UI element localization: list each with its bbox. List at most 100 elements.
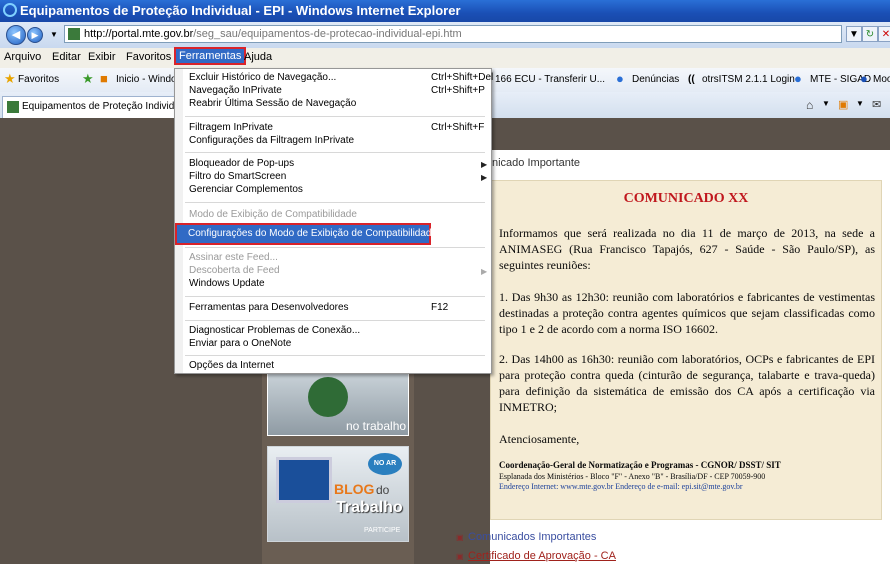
menu-item-diagnosticar[interactable]: Diagnosticar Problemas de Conexão...	[189, 325, 360, 336]
menu-separator	[185, 320, 485, 321]
feeds-dropdown-icon[interactable]: ▼	[856, 99, 864, 108]
trabalho-word: Trabalho	[336, 499, 403, 516]
promo-no-trabalho[interactable]: no trabalho	[267, 372, 409, 436]
fav-item-denuncias[interactable]: Denúncias	[632, 74, 679, 85]
menu-bar: Arquivo Editar Exibir Favoritos Ferramen…	[0, 47, 890, 69]
paragraph-1: Informamos que será realizada no dia 11 …	[499, 226, 875, 272]
menu-separator	[185, 152, 485, 153]
menu-ferramentas[interactable]: Ferramentas	[173, 47, 247, 65]
address-input[interactable]: http://portal.mte.gov.br/seg_sau/equipam…	[64, 25, 842, 43]
fav-inicio[interactable]: Inicio - Windo	[116, 74, 177, 85]
shortcut-filtragem-inprivate: Ctrl+Shift+F	[431, 122, 485, 133]
ie-page-icon: ●	[616, 71, 624, 86]
favorites-button[interactable]: Favoritos	[18, 74, 59, 85]
window-title-bar: Equipamentos de Proteção Individual - EP…	[0, 0, 890, 22]
closing: Atenciosamente,	[499, 432, 580, 446]
bullet-icon-2: ▣	[456, 552, 464, 561]
menu-item-complementos[interactable]: Gerenciar Complementos	[189, 184, 303, 195]
menu-separator	[185, 247, 485, 248]
menu-ajuda[interactable]: Ajuda	[244, 51, 272, 63]
moodle-icon: ●	[860, 71, 868, 86]
menu-separator	[185, 296, 485, 297]
comunicado-box: COMUNICADO XX Informamos que será realiz…	[490, 180, 882, 520]
fav-item-ecu[interactable]: 166 ECU - Transferir U...	[495, 74, 605, 85]
site-favicon-icon	[68, 28, 80, 40]
home-dropdown-icon[interactable]: ▼	[822, 99, 830, 108]
no-ar-badge: NO AR	[368, 453, 402, 475]
back-button[interactable]: ◀	[6, 25, 26, 45]
menu-item-onenote[interactable]: Enviar para o OneNote	[189, 338, 291, 349]
menu-item-assinar-feed: Assinar este Feed...	[189, 252, 278, 263]
fav-item-otrs[interactable]: otrsITSM 2.1.1 Login	[702, 74, 795, 85]
menu-item-filtragem-inprivate[interactable]: Filtragem InPrivate	[189, 122, 273, 133]
tab-favicon-icon	[7, 101, 19, 113]
favorites-star-icon[interactable]: ★	[4, 72, 16, 85]
menu-item-excluir-historico[interactable]: Excluir Histórico de Navegação...	[189, 72, 336, 83]
home-icon[interactable]: ⌂	[806, 98, 813, 112]
comunicado-title: COMUNICADO XX	[623, 191, 749, 206]
inicio-icon: ■	[100, 71, 108, 86]
address-path: /seg_sau/equipamentos-de-protecao-indivi…	[193, 28, 462, 40]
ferramentas-menu: Excluir Histórico de Navegação... Ctrl+S…	[174, 68, 494, 374]
do-word: do	[376, 483, 390, 497]
shortcut-excluir-historico: Ctrl+Shift+Del	[431, 72, 494, 83]
bullet-icon: ▣	[456, 533, 464, 542]
menu-separator	[185, 355, 485, 356]
menu-item-descoberta-feed: Descoberta de Feed	[189, 265, 280, 276]
ie-logo-icon	[3, 3, 17, 17]
link-certificado-ca[interactable]: Certificado de Aprovação - CA	[468, 550, 616, 562]
menu-item-config-compatibilidade[interactable]: Configurações do Modo de Exibição de Com…	[175, 223, 437, 245]
menu-separator	[185, 116, 485, 117]
refresh-icon[interactable]: ↻	[862, 26, 878, 42]
signature-address: Esplanada dos Ministérios - Bloco "F" - …	[499, 472, 766, 481]
submenu-arrow-icon: ▶	[481, 267, 488, 276]
address-bar-row: ◀ ▶ ▼ http://portal.mte.gov.br/seg_sau/e…	[0, 22, 890, 49]
config-compatibilidade-label: Configurações do Modo de Exibição de Com…	[188, 228, 438, 239]
add-favorite-icon[interactable]: ★	[82, 72, 94, 85]
menu-item-modo-compatibilidade: Modo de Exibição de Compatibilidade	[189, 209, 357, 220]
address-host: http://portal.mte.gov.br	[84, 28, 194, 40]
shortcut-inprivate: Ctrl+Shift+P	[431, 85, 485, 96]
menu-item-opcoes-internet[interactable]: Opções da Internet	[189, 360, 274, 371]
otrs-icon: ((	[688, 74, 695, 85]
fav-item-moodle[interactable]: Moodle	[873, 74, 890, 85]
menu-separator	[185, 202, 485, 203]
ie-page-icon-2: ●	[794, 71, 802, 86]
signature-title: Coordenação-Geral de Normatização e Prog…	[499, 460, 781, 470]
submenu-arrow-icon: ▶	[481, 160, 488, 169]
promo1-caption: no trabalho	[346, 419, 407, 433]
participe-label: PARTICIPE	[364, 527, 401, 534]
signature-contacts: Endereço Internet: www.mte.gov.br Endere…	[499, 482, 743, 491]
menu-item-ferramentas-dev[interactable]: Ferramentas para Desenvolvedores	[189, 302, 349, 313]
history-dropdown-icon[interactable]: ▼	[50, 30, 58, 39]
menu-arquivo[interactable]: Arquivo	[4, 51, 41, 63]
menu-editar[interactable]: Editar	[52, 51, 81, 63]
menu-item-bloqueador-popups[interactable]: Bloqueador de Pop-ups	[189, 158, 294, 169]
shortcut-ferramentas-dev: F12	[431, 302, 449, 313]
address-dropdown-icon[interactable]: ▼	[846, 26, 862, 42]
blog-word: BLOG	[334, 481, 375, 497]
menu-item-inprivate[interactable]: Navegação InPrivate	[189, 85, 282, 96]
window-title: Equipamentos de Proteção Individual - EP…	[20, 3, 461, 18]
stop-icon[interactable]: ✕	[878, 26, 890, 42]
mail-icon[interactable]: ✉	[872, 98, 881, 111]
feeds-icon[interactable]: ▣	[838, 98, 848, 111]
worker-illustration	[308, 377, 348, 417]
tab-active[interactable]: Equipamentos de Proteção Individua	[2, 96, 178, 118]
menu-item-windows-update[interactable]: Windows Update	[189, 278, 265, 289]
menu-item-config-filtragem[interactable]: Configurações da Filtragem InPrivate	[189, 135, 354, 146]
submenu-arrow-icon: ▶	[481, 173, 488, 182]
menu-gutter	[175, 69, 183, 373]
tab-title: Equipamentos de Proteção Individua	[22, 101, 178, 112]
paragraph-2: 1. Das 9h30 as 12h30: reunião com labora…	[499, 290, 875, 336]
menu-item-reabrir-sessao[interactable]: Reabrir Última Sessão de Navegação	[189, 98, 356, 109]
section-header: nicado Importante	[492, 157, 581, 169]
link-comunicados[interactable]: Comunicados Importantes	[468, 531, 596, 543]
forward-button[interactable]: ▶	[27, 27, 43, 43]
monitor-illustration	[276, 457, 332, 503]
menu-item-smartscreen[interactable]: Filtro do SmartScreen	[189, 171, 286, 182]
menu-favoritos[interactable]: Favoritos	[126, 51, 171, 63]
menu-exibir[interactable]: Exibir	[88, 51, 116, 63]
paragraph-3: 2. Das 14h00 as 16h30: reunião com labor…	[499, 352, 875, 414]
promo-blog-do-trabalho[interactable]: NO AR BLOG do Trabalho PARTICIPE	[267, 446, 409, 542]
